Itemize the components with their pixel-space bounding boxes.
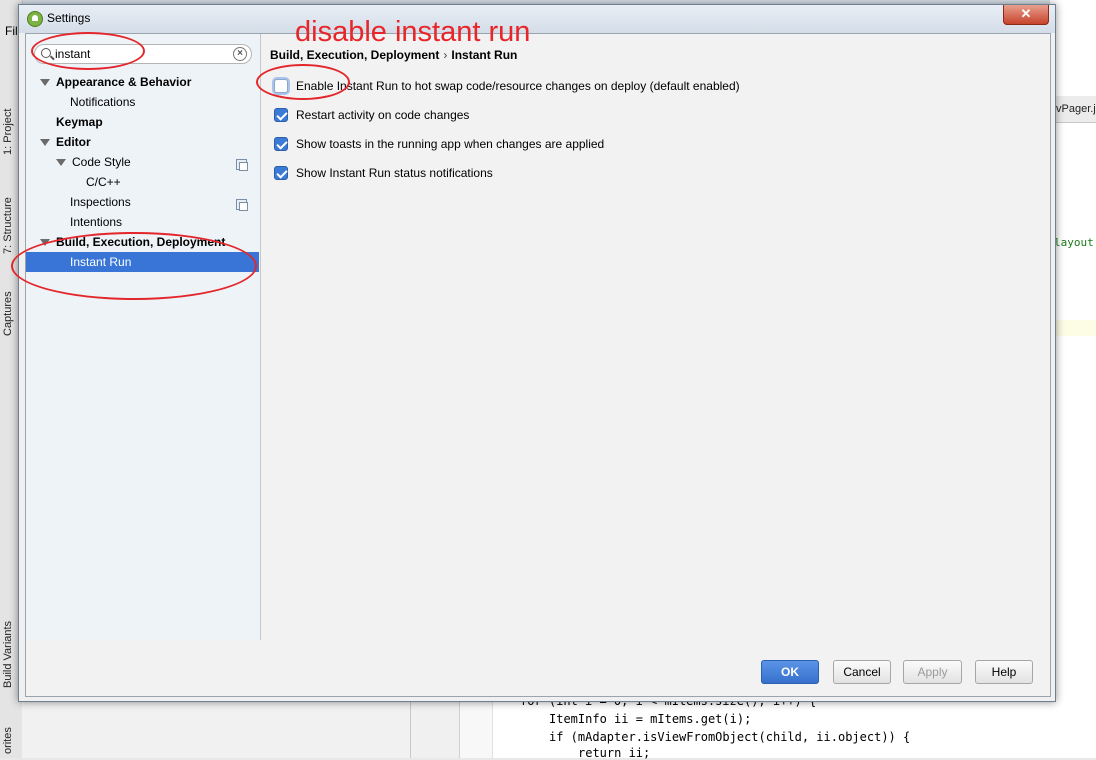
breadcrumb-current: Instant Run — [451, 48, 518, 62]
tree-node-intentions[interactable]: Intentions — [70, 212, 122, 232]
tool-tab-favorites[interactable]: orites — [2, 724, 20, 758]
tree-node-editor[interactable]: Editor — [34, 132, 254, 152]
close-button[interactable]: ✕ — [1003, 5, 1049, 25]
tree-node-notifications[interactable]: Notifications — [70, 92, 135, 112]
tree-label: Editor — [56, 135, 91, 149]
expand-arrow-icon[interactable] — [40, 79, 50, 86]
dialog-footer: OK Cancel Apply Help — [26, 640, 1050, 696]
dialog-titlebar[interactable]: Settings ✕ — [19, 5, 1055, 33]
ide-project-panel — [22, 702, 411, 758]
tree-label: Appearance & Behavior — [56, 75, 192, 89]
expand-arrow-icon[interactable] — [56, 159, 66, 166]
code-line: ItemInfo ii = mItems.get(i); — [549, 712, 752, 726]
breadcrumb-separator: › — [443, 48, 448, 62]
dialog-content: × Appearance & Behavior Notifications Ke… — [25, 33, 1051, 697]
tree-node-appearance[interactable]: Appearance & Behavior — [34, 72, 254, 92]
expand-arrow-icon[interactable] — [40, 139, 50, 146]
breadcrumb: Build, Execution, Deployment › Instant Run — [270, 48, 517, 62]
annotation-ellipse-instant-run — [11, 232, 257, 300]
tree-node-keymap[interactable]: Keymap — [56, 112, 103, 132]
breadcrumb-parent: Build, Execution, Deployment — [270, 48, 440, 62]
menu-file[interactable]: Fil — [5, 24, 18, 38]
ide-code-fragment: layout — [1054, 236, 1094, 249]
annotation-ellipse-search — [31, 32, 145, 70]
tree-node-inspections[interactable]: Inspections — [70, 192, 131, 212]
ide-fold-gutter — [460, 702, 493, 758]
restart-activity-checkbox[interactable] — [274, 108, 288, 122]
option-label: Restart activity on code changes — [296, 108, 470, 122]
status-notifications-checkbox[interactable] — [274, 166, 288, 180]
apply-button: Apply — [903, 660, 962, 684]
tree-node-cpp[interactable]: C/C++ — [86, 172, 121, 192]
ide-line-highlight — [1050, 320, 1096, 336]
cancel-button[interactable]: Cancel — [833, 660, 891, 684]
annotation-ellipse-checkbox — [256, 64, 350, 100]
annotation-text: disable instant run — [295, 16, 531, 48]
ide-gutter — [411, 702, 460, 758]
help-button[interactable]: Help — [975, 660, 1033, 684]
project-scope-icon — [236, 199, 248, 211]
android-studio-icon — [27, 11, 43, 27]
show-toasts-checkbox[interactable] — [274, 137, 288, 151]
project-scope-icon — [236, 159, 248, 171]
option-label: Show toasts in the running app when chan… — [296, 137, 605, 151]
clear-search-icon[interactable]: × — [233, 47, 247, 61]
tree-node-code-style[interactable]: Code Style — [50, 152, 250, 172]
tree-label: Code Style — [72, 155, 131, 169]
ok-button[interactable]: OK — [761, 660, 819, 684]
option-label: Enable Instant Run to hot swap code/reso… — [296, 79, 740, 93]
settings-tree-pane: × Appearance & Behavior Notifications Ke… — [26, 34, 261, 640]
ide-editor-tab[interactable]: vPager.j — [1056, 103, 1096, 115]
code-line: if (mAdapter.isViewFromObject(child, ii.… — [549, 730, 911, 744]
option-label: Show Instant Run status notifications — [296, 166, 493, 180]
settings-dialog: Settings ✕ × Appearance & Behavior Notif… — [18, 4, 1056, 702]
dialog-title: Settings — [47, 11, 91, 25]
